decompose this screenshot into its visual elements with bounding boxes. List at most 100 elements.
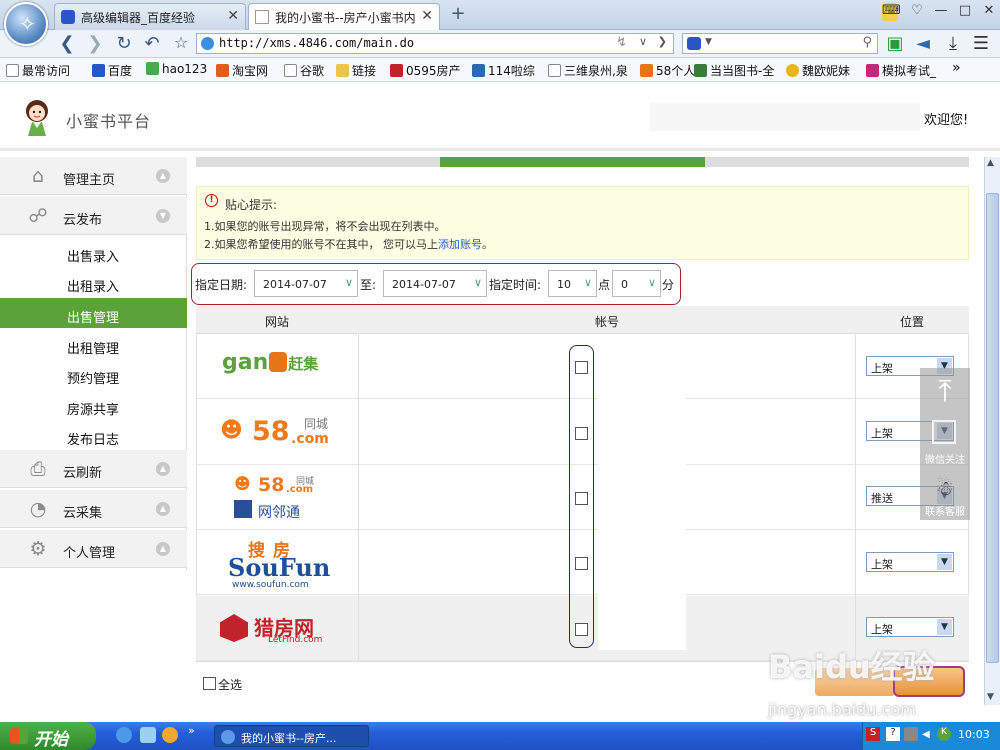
tips-title: 贴心提示: [225, 198, 278, 212]
sidebar-section-home[interactable]: ⌂ 管理主页 ▲ [0, 157, 187, 195]
sidebar-item-listing-share[interactable]: 房源共享 [0, 390, 187, 420]
lightning-icon[interactable]: ↯ [616, 35, 627, 50]
sidebar-section-personal[interactable]: ⚙ 个人管理 ▲ [0, 530, 187, 568]
tab-baidu-jingyan[interactable]: 高级编辑器_百度经验 ✕ [54, 3, 246, 30]
dropdown-icon[interactable]: ∨ [639, 35, 647, 48]
hour-select[interactable]: 10 ∨ [548, 270, 597, 297]
tray-k-icon[interactable]: K [937, 727, 951, 741]
58-mascot-icon: ☻ [234, 474, 251, 493]
maximize-icon[interactable]: □ [954, 3, 976, 21]
sidebar-item-appointment[interactable]: 预约管理 [0, 359, 187, 389]
position-select[interactable]: 上架▼ [866, 552, 954, 572]
share-icon: ☍ [28, 205, 48, 227]
sidebar-section-cloud-refresh[interactable]: ⎙ 云刷新 ▲ [0, 450, 187, 488]
refresh-icon[interactable]: ↻ [113, 33, 135, 54]
app-quicklaunch-icon[interactable] [162, 727, 178, 743]
taskbar-window-item[interactable]: 我的小蜜书--房产... [214, 725, 369, 747]
sidebar-item-sale-entry[interactable]: 出售录入 [0, 237, 187, 267]
bookmark-item[interactable]: 谷歌 [284, 62, 324, 79]
sidebar-item-rent-manage[interactable]: 出租管理 [0, 329, 187, 359]
chevron-down-icon: ▼ [937, 554, 952, 570]
bookmark-item[interactable]: hao123 [146, 62, 207, 76]
download-icon[interactable]: ⤓ [942, 33, 964, 54]
baidu-paw-icon [61, 10, 75, 24]
page-icon [255, 10, 269, 24]
sidebar-section-cloud-collect[interactable]: ◔ 云采集 ▲ [0, 490, 187, 528]
more-bookmarks-icon[interactable]: » [952, 60, 961, 76]
bookmark-item[interactable]: 最常访问 [6, 62, 70, 79]
bookmark-item[interactable]: 58个人 [640, 62, 695, 79]
back-icon[interactable]: ❮ [56, 33, 78, 54]
baidu-watermark: Baidu经验 [768, 648, 935, 686]
minute-select[interactable]: 0 ∨ [612, 270, 661, 297]
tab-xiaomishu[interactable]: 我的小蜜书--房产小蜜书内 ✕ [248, 3, 440, 31]
address-bar[interactable]: http://xms.4846.com/main.do ↯ ∨ ❯ [196, 33, 674, 54]
tray-app-icon[interactable] [904, 727, 918, 741]
start-date-select[interactable]: 2014-07-07 ∨ [254, 270, 358, 297]
contact-service-label[interactable]: 联系客服 [921, 503, 969, 518]
qr-code-icon[interactable] [932, 420, 956, 444]
wechat-follow-label[interactable]: 微信关注 [921, 451, 969, 466]
sidebar-item-publish-log[interactable]: 发布日志 [0, 420, 187, 450]
column-divider [358, 334, 359, 661]
current-step-indicator [440, 157, 705, 167]
column-header-position: 位置 [900, 315, 925, 329]
account-list-cell [598, 414, 686, 479]
bookmark-item[interactable]: 0595房产 [390, 62, 461, 79]
tray-s-icon[interactable]: S [866, 727, 880, 741]
close-window-icon[interactable]: ✕ [978, 3, 1000, 21]
start-button[interactable]: 开始 [0, 722, 96, 750]
help-icon[interactable]: ? [886, 727, 900, 741]
new-tab-button[interactable]: + [446, 4, 470, 26]
qq-service-icon[interactable]: ☃ [932, 476, 958, 500]
bookmark-item[interactable]: 链接 [336, 62, 376, 79]
column-header-site: 网站 [265, 315, 290, 329]
scroll-down-icon[interactable]: ▼ [987, 692, 994, 702]
skin-icon[interactable]: ♡ [906, 3, 928, 21]
engine-dropdown-icon[interactable]: ▼ [705, 37, 712, 47]
search-icon[interactable]: ⚲ [862, 35, 872, 50]
date-label: 指定日期: [195, 278, 248, 292]
scroll-up-icon[interactable]: ▲ [987, 158, 994, 168]
chevron-up-icon: ▲ [156, 169, 170, 183]
58-wanglintong-logo: ☻ 58 .com 同城 网邻通 [234, 474, 315, 521]
undo-icon[interactable]: ↶ [141, 33, 163, 54]
browser-logo-icon[interactable]: ✧ [4, 2, 48, 46]
position-select[interactable]: 上架▼ [866, 617, 954, 637]
lock-icon[interactable]: ⌨ [882, 3, 901, 21]
end-date-select[interactable]: 2014-07-07 ∨ [383, 270, 487, 297]
more-quicklaunch-icon[interactable]: » [188, 724, 195, 737]
scrollbar-thumb[interactable] [986, 193, 999, 663]
pie-icon: ◔ [29, 498, 47, 520]
sound-icon[interactable]: ◄ [912, 33, 934, 54]
menu-icon[interactable]: ☰ [970, 33, 992, 54]
printer-icon: ⎙ [30, 458, 46, 480]
back-to-top-icon[interactable]: ⤒ [929, 374, 961, 409]
sidebar-item-rent-entry[interactable]: 出租录入 [0, 267, 187, 297]
chevron-down-icon: ∨ [473, 276, 482, 289]
bookmark-item[interactable]: 百度 [92, 62, 132, 79]
tray-expand-icon[interactable]: ◀ [922, 729, 930, 740]
screenshot-icon[interactable]: ▣ [884, 33, 906, 54]
gear-icon: ⚙ [29, 538, 47, 560]
table-header [196, 306, 969, 334]
add-account-link[interactable]: 添加账号 [438, 238, 482, 251]
search-box[interactable]: ▼ ⚲ [682, 33, 878, 54]
go-icon[interactable]: ❯ [658, 35, 667, 48]
bookmark-item[interactable]: 114啦综 [472, 62, 535, 79]
bookmark-item[interactable]: 魏欧妮妹 [786, 62, 850, 79]
sidebar-section-cloud-publish[interactable]: ☍ 云发布 ▼ [0, 197, 187, 235]
sidebar-item-sale-manage[interactable]: 出售管理 [0, 298, 187, 328]
close-tab-icon[interactable]: ✕ [227, 8, 239, 24]
bookmark-item[interactable]: 三维泉州,泉 [548, 62, 628, 79]
bookmark-item[interactable]: 当当图书-全 [694, 62, 774, 79]
select-all-checkbox[interactable] [203, 677, 216, 690]
close-tab-icon[interactable]: ✕ [421, 8, 433, 24]
forward-icon[interactable]: ❯ [84, 33, 106, 54]
ie-icon[interactable] [116, 727, 132, 743]
bookmark-item[interactable]: 淘宝网 [216, 62, 268, 79]
minimize-icon[interactable]: — [930, 3, 952, 21]
browser-quicklaunch-icon[interactable] [140, 727, 156, 743]
bookmark-item[interactable]: 模拟考试_ [866, 62, 936, 79]
favorite-star-icon[interactable]: ☆ [170, 33, 192, 52]
